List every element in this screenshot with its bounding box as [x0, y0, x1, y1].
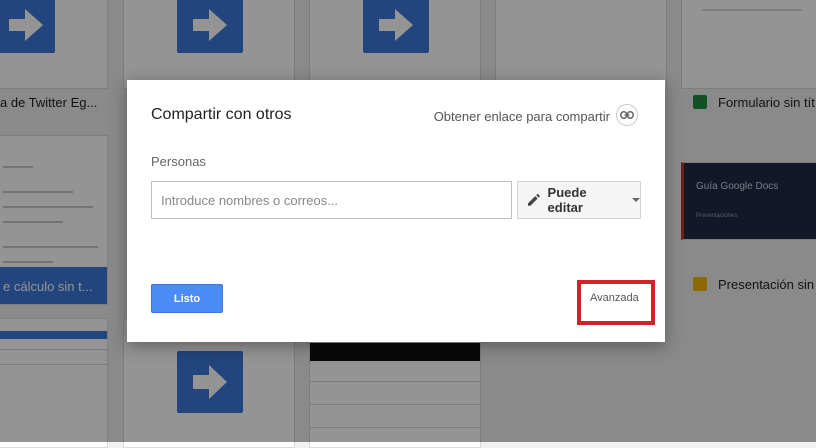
annotation-highlight	[577, 280, 655, 325]
link-icon[interactable]	[616, 104, 638, 126]
chain-link-icon	[620, 111, 634, 119]
done-button[interactable]: Listo	[151, 284, 223, 313]
people-label: Personas	[151, 154, 206, 169]
pencil-icon	[527, 194, 540, 206]
get-share-link[interactable]: Obtener enlace para compartir	[434, 109, 610, 124]
people-input[interactable]	[151, 181, 512, 219]
permission-label: Puede editar	[547, 185, 587, 215]
permission-dropdown[interactable]: Puede editar	[517, 181, 641, 219]
chevron-down-icon	[632, 198, 640, 202]
dialog-title: Compartir con otros	[151, 106, 292, 123]
